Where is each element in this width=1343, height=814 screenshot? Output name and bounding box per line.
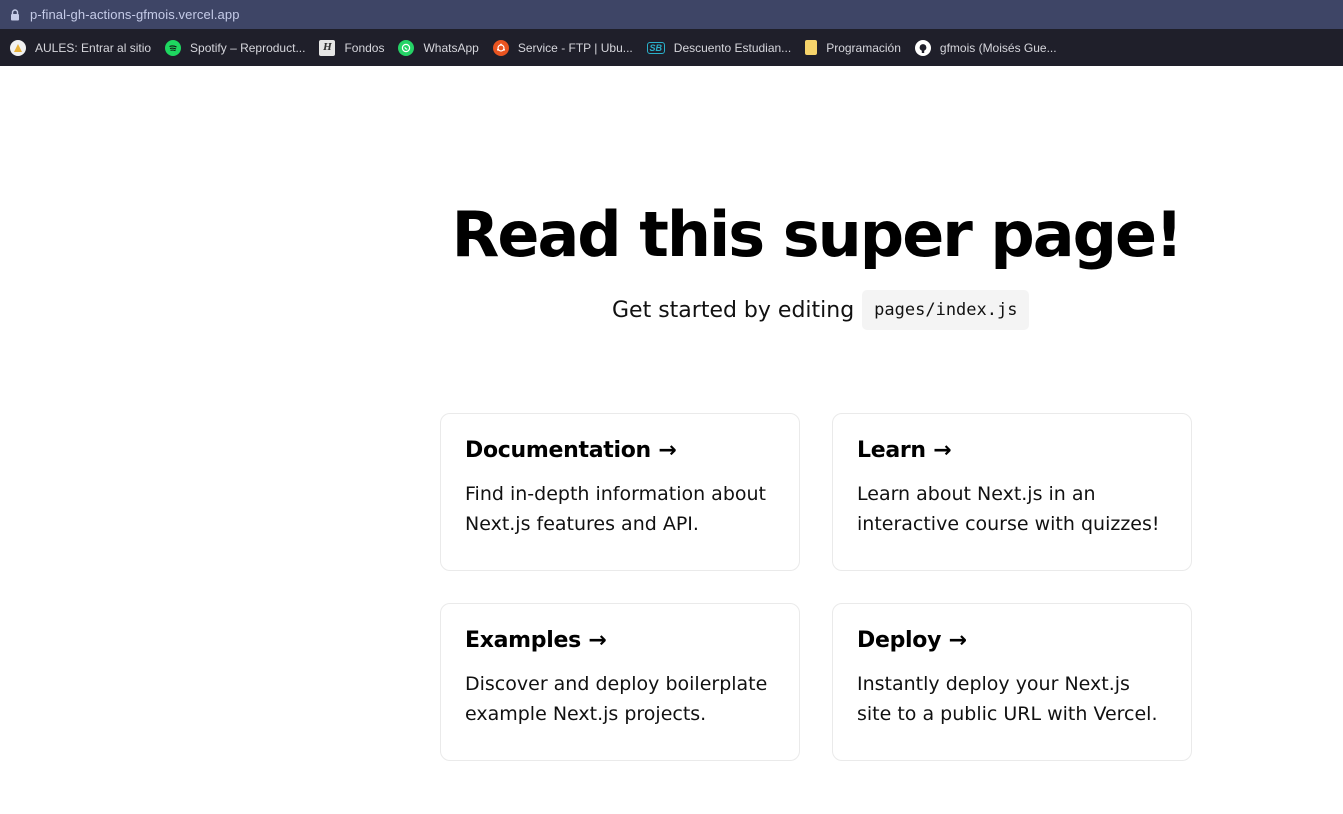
folder-icon (805, 40, 818, 55)
bookmarks-bar: AULES: Entrar al sitio Spotify – Reprodu… (0, 29, 1343, 66)
bookmark-label: Spotify – Reproduct... (190, 40, 306, 55)
github-icon (914, 39, 931, 56)
code-snippet: pages/index.js (862, 290, 1030, 330)
card-documentation[interactable]: Documentation → Find in-depth informatio… (440, 413, 800, 571)
address-bar[interactable]: p-final-gh-actions-gfmois.vercel.app (0, 0, 1343, 29)
fondos-icon: H (319, 39, 336, 56)
card-examples[interactable]: Examples → Discover and deploy boilerpla… (440, 603, 800, 761)
bookmark-label: Fondos (344, 40, 385, 55)
lock-icon[interactable] (8, 8, 22, 22)
card-title: Learn → (857, 438, 952, 463)
bookmark-fondos[interactable]: H Fondos (319, 39, 385, 56)
card-text: Learn about Next.js in an interactive co… (857, 483, 1160, 535)
card-learn[interactable]: Learn → Learn about Next.js in an intera… (832, 413, 1192, 571)
bookmark-spotify[interactable]: Spotify – Reproduct... (165, 39, 306, 56)
aules-icon (10, 39, 26, 56)
card-text: Discover and deploy boilerplate example … (465, 673, 768, 725)
bookmark-label: gfmois (Moisés Gue... (939, 40, 1057, 55)
bookmark-programacion[interactable]: Programación (805, 40, 901, 55)
bookmark-whatsapp[interactable]: WhatsApp (398, 39, 479, 56)
page-title: Read this super page! (451, 198, 1184, 271)
bookmark-label: Service - FTP | Ubu... (517, 40, 633, 55)
card-title: Deploy → (857, 628, 967, 653)
card-text: Find in-depth information about Next.js … (465, 483, 767, 535)
card-title: Examples → (465, 628, 607, 653)
spotify-icon (165, 39, 182, 56)
bookmark-label: WhatsApp (423, 40, 479, 55)
ubuntu-icon (492, 39, 509, 56)
whatsapp-icon (398, 39, 415, 56)
page-description: Get started by editing pages/index.js (612, 290, 1030, 330)
bookmark-descuento[interactable]: SB Descuento Estudian... (646, 40, 792, 55)
bookmark-ubuntu-ftp[interactable]: Service - FTP | Ubu... (492, 39, 633, 56)
card-title: Documentation → (465, 438, 677, 463)
bookmark-github[interactable]: gfmois (Moisés Gue... (914, 39, 1057, 56)
bookmark-aules[interactable]: AULES: Entrar al sitio (10, 39, 152, 56)
bookmark-label: Programación (826, 40, 901, 55)
description-text: Get started by editing (612, 297, 855, 323)
bookmark-label: Descuento Estudian... (673, 40, 792, 55)
page-content: Read this super page! Get started by edi… (0, 66, 1343, 814)
url-text[interactable]: p-final-gh-actions-gfmois.vercel.app (30, 7, 240, 22)
card-text: Instantly deploy your Next.js site to a … (857, 673, 1158, 725)
card-deploy[interactable]: Deploy → Instantly deploy your Next.js s… (832, 603, 1192, 761)
bookmark-label: AULES: Entrar al sitio (35, 40, 152, 55)
sb-icon: SB (646, 41, 665, 54)
